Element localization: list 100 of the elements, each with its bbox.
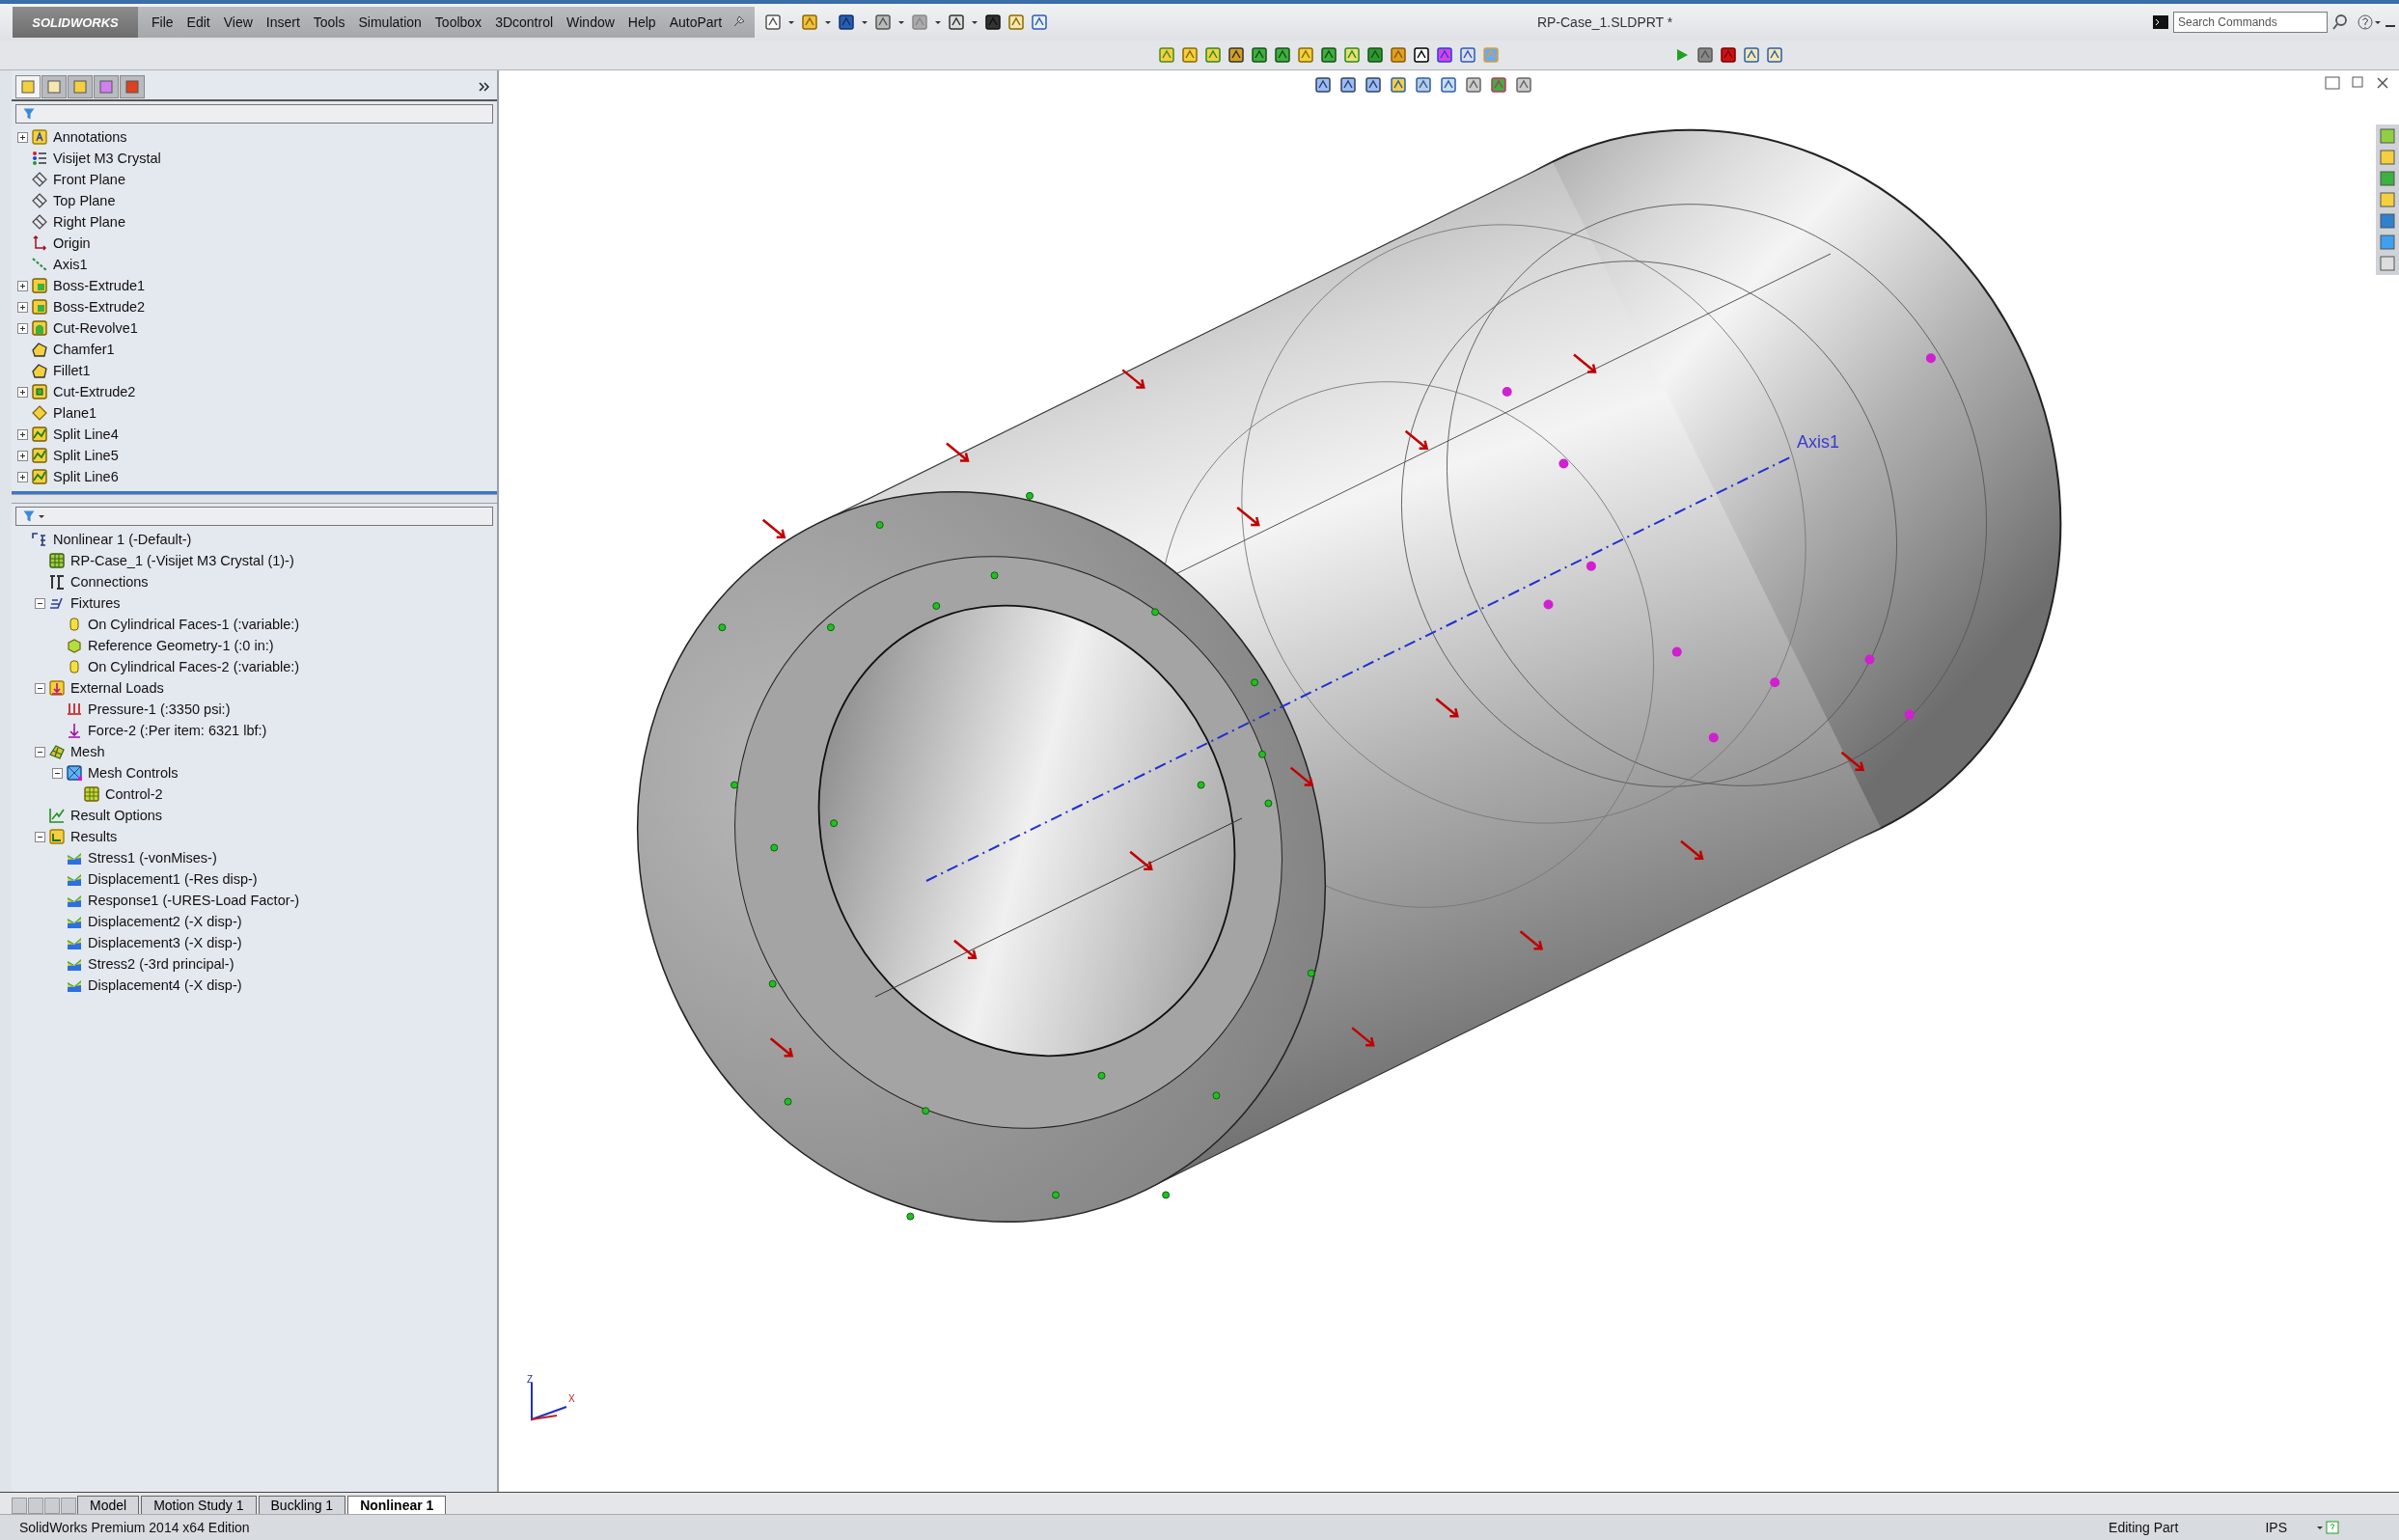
collapse-icon[interactable] — [35, 746, 45, 757]
filter-icon[interactable] — [22, 107, 36, 121]
tree-item[interactable]: Mesh Controls — [86, 765, 180, 781]
connections-icon — [48, 573, 66, 591]
tree-item[interactable]: Annotations — [51, 129, 129, 145]
tree-item[interactable]: RP-Case_1 (-Visijet M3 Crystal (1)-) — [69, 553, 296, 568]
menu-item[interactable]: Simulation — [352, 11, 427, 34]
app-logo: SOLIDWORKS — [13, 7, 138, 38]
tree-item[interactable]: Response1 (-URES-Load Factor-) — [86, 893, 302, 908]
filter-field[interactable] — [15, 507, 493, 526]
mesh-control-icon — [66, 764, 83, 782]
plane-icon — [31, 171, 48, 188]
tree-item[interactable]: Fixtures — [69, 595, 123, 611]
tree-item[interactable]: Boss-Extrude1 — [51, 278, 148, 293]
menu-item[interactable]: Tools — [307, 11, 351, 34]
tree-item[interactable]: Split Line4 — [51, 426, 121, 442]
expand-icon[interactable] — [17, 322, 28, 334]
menu-item[interactable]: View — [217, 11, 259, 34]
hollow-cylinder-model-drawing[interactable] — [637, 128, 2062, 1223]
expand-icon[interactable] — [17, 280, 28, 291]
menu-item[interactable]: Window — [561, 11, 620, 34]
pressure-icon — [66, 701, 83, 718]
tree-item[interactable]: Stress1 (-vonMises-) — [86, 850, 219, 866]
axis-triad-drawing: Z X — [518, 1373, 586, 1431]
axis-icon — [31, 256, 48, 273]
study-tab[interactable]: Nonlinear 1 — [347, 1496, 447, 1514]
tree-item[interactable]: Displacement4 (-X disp-) — [86, 977, 244, 993]
results-folder-icon — [48, 828, 66, 845]
menu-item[interactable]: File — [146, 11, 179, 34]
tree-item[interactable]: Boss-Extrude2 — [51, 299, 148, 315]
panel-tab[interactable] — [120, 75, 145, 98]
tree-item[interactable]: Connections — [69, 574, 151, 590]
tree-item[interactable]: Top Plane — [51, 193, 118, 208]
tree-item[interactable]: Chamfer1 — [51, 342, 117, 357]
mesh-icon — [48, 743, 66, 760]
tree-item[interactable]: Displacement2 (-X disp-) — [86, 914, 244, 929]
menu-item[interactable]: Edit — [180, 11, 216, 34]
collapse-icon[interactable] — [35, 597, 45, 609]
tree-item[interactable]: Stress2 (-3rd principal-) — [86, 956, 236, 972]
expand-icon[interactable] — [17, 131, 28, 143]
filter-field[interactable] — [15, 104, 493, 124]
tree-item[interactable]: Origin — [51, 235, 93, 251]
tree-item[interactable]: Mesh — [69, 744, 107, 759]
cut-extrude-icon — [31, 383, 48, 400]
menu-item[interactable]: 3Dcontrol — [489, 11, 560, 34]
tree-item[interactable]: Split Line6 — [51, 469, 121, 484]
study-tab[interactable]: Model — [77, 1496, 140, 1514]
collapse-icon[interactable] — [35, 831, 45, 842]
units-indicator[interactable]: IPS — [2265, 1520, 2287, 1535]
tree-item[interactable]: Results — [69, 829, 120, 844]
help-icon[interactable] — [2357, 14, 2374, 31]
tile-icon[interactable] — [2324, 74, 2341, 92]
study-tab[interactable]: Motion Study 1 — [141, 1496, 257, 1514]
tree-item[interactable]: Plane1 — [51, 405, 99, 421]
part-grid-icon — [48, 552, 66, 569]
expand-icon[interactable] — [17, 450, 28, 461]
expand-icon[interactable] — [17, 386, 28, 398]
search-field[interactable]: Search Commands — [2173, 12, 2328, 33]
plane-icon — [31, 213, 48, 231]
status-text: SolidWorks Premium 2014 x64 Edition — [19, 1520, 250, 1535]
tree-item[interactable]: Control-2 — [103, 786, 165, 802]
tree-item[interactable]: Pressure-1 (:3350 psi:) — [86, 701, 233, 717]
expand-icon[interactable] — [17, 471, 28, 482]
study-tab[interactable]: Buckling 1 — [258, 1496, 346, 1514]
tree-item[interactable]: Split Line5 — [51, 448, 121, 463]
tree-item[interactable]: Force-2 (:Per item: 6321 lbf:) — [86, 723, 269, 738]
collapse-icon[interactable] — [52, 767, 63, 779]
tree-item[interactable]: Result Options — [69, 808, 165, 823]
search-icon[interactable] — [2331, 14, 2349, 31]
window-title: RP-Case_1.SLDPRT * — [1536, 14, 1673, 30]
annotation-folder-icon — [31, 128, 48, 146]
tree-item[interactable]: On Cylindrical Faces-1 (:variable:) — [86, 617, 302, 632]
origin-icon — [31, 234, 48, 252]
expand-icon[interactable] — [17, 428, 28, 440]
tree-item[interactable]: Reference Geometry-1 (:0 in:) — [86, 638, 276, 653]
tree-item[interactable]: Axis1 — [51, 257, 90, 272]
tree-item[interactable]: Displacement3 (-X disp-) — [86, 935, 244, 950]
cube-icon — [66, 637, 83, 654]
collapse-icon[interactable] — [35, 682, 45, 694]
material-list-icon — [31, 150, 48, 167]
tree-item[interactable]: Displacement1 (-Res disp-) — [86, 871, 260, 887]
panel-tab[interactable] — [15, 75, 41, 98]
tree-item[interactable]: Visijet M3 Crystal — [51, 151, 163, 166]
menu-item[interactable]: Toolbox — [428, 11, 488, 34]
force-arrow-icon — [66, 722, 83, 739]
menu-item[interactable]: Insert — [260, 11, 306, 34]
tree-item[interactable]: On Cylindrical Faces-2 (:variable:) — [86, 659, 302, 674]
tree-item[interactable]: External Loads — [69, 680, 166, 696]
tree-item[interactable]: Front Plane — [51, 172, 127, 187]
tree-item[interactable]: Cut-Extrude2 — [51, 384, 138, 399]
tree-item[interactable]: Fillet1 — [51, 363, 93, 378]
axis-label: Axis1 — [1795, 429, 1853, 454]
menu-item[interactable]: AutoPart — [663, 11, 729, 34]
expand-icon[interactable] — [17, 301, 28, 313]
panel-tab[interactable] — [41, 75, 67, 98]
tree-item[interactable]: Nonlinear 1 (-Default-) — [51, 532, 194, 547]
command-prompt-icon[interactable] — [2152, 14, 2169, 31]
tree-item[interactable]: Right Plane — [51, 214, 127, 230]
tree-item[interactable]: Cut-Revolve1 — [51, 320, 140, 336]
menu-item[interactable]: Help — [621, 11, 662, 34]
